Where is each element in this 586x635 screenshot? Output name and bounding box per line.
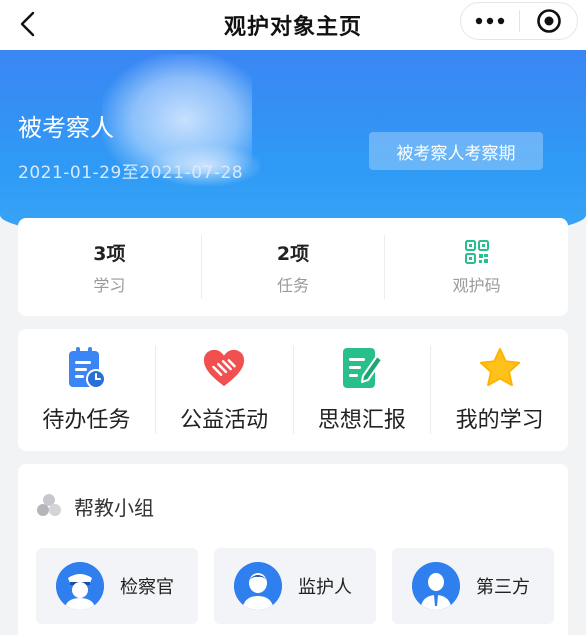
member-label: 监护人 [298, 577, 352, 598]
todo-clipboard-icon [64, 346, 108, 390]
period-button[interactable]: 被考察人考察期 [369, 132, 543, 170]
profile-name: 被考察人 [18, 114, 114, 142]
member-list: 检察官 监护人 第三方 [36, 548, 554, 624]
member-label: 检察官 [120, 577, 174, 598]
heart-handshake-icon [202, 346, 246, 390]
action-study[interactable]: 我的学习 [430, 346, 568, 434]
action-label: 公益活动 [180, 408, 269, 433]
member-prosecutor[interactable]: 检察官 [36, 548, 198, 624]
profile-header: 被考察人 2021-01-29至2021-07-28 被考察人考察期 [0, 50, 586, 245]
qr-code-icon [464, 238, 489, 266]
action-label: 我的学习 [455, 408, 544, 433]
stat-study[interactable]: 3项 学习 [18, 235, 201, 299]
profile-date-range: 2021-01-29至2021-07-28 [18, 163, 244, 183]
action-todo[interactable]: 待办任务 [18, 346, 155, 434]
report-edit-icon [340, 346, 384, 390]
stat-label: 观护码 [452, 276, 501, 295]
more-dots-icon[interactable] [461, 17, 519, 25]
page-title: 观护对象主页 [223, 15, 362, 40]
member-label: 第三方 [476, 577, 530, 598]
capsule-menu [460, 2, 578, 40]
member-guardian[interactable]: 监护人 [214, 548, 376, 624]
stat-value: 3项 [93, 242, 126, 265]
prosecutor-avatar-icon [56, 562, 104, 610]
stat-task[interactable]: 2项 任务 [200, 235, 385, 299]
stat-guard-code[interactable]: 观护码 [384, 235, 568, 299]
stat-value: 2项 [276, 242, 310, 265]
third-party-avatar-icon [412, 562, 460, 610]
navbar: 观护对象主页 [0, 0, 586, 50]
help-group-header: 帮教小组 [36, 492, 154, 521]
help-group-title: 帮教小组 [74, 496, 154, 520]
group-circles-icon [36, 493, 62, 521]
chevron-left-icon[interactable] [10, 6, 46, 42]
member-third-party[interactable]: 第三方 [392, 548, 554, 624]
stats-card: 3项 学习 2项 任务 观护码 [18, 218, 568, 316]
guardian-avatar-icon [234, 562, 282, 610]
target-close-icon[interactable] [520, 8, 577, 34]
help-group-card: 帮教小组 检察官 监护人 第三方 [18, 464, 568, 635]
action-label: 思想汇报 [317, 408, 406, 433]
quick-actions: 待办任务 公益活动 思想汇报 我的学习 [18, 329, 568, 451]
star-icon [478, 346, 522, 390]
stat-label: 任务 [277, 276, 310, 295]
action-report[interactable]: 思想汇报 [292, 346, 431, 434]
action-label: 待办任务 [42, 408, 131, 433]
action-charity[interactable]: 公益活动 [154, 346, 293, 434]
stat-label: 学习 [93, 276, 126, 295]
